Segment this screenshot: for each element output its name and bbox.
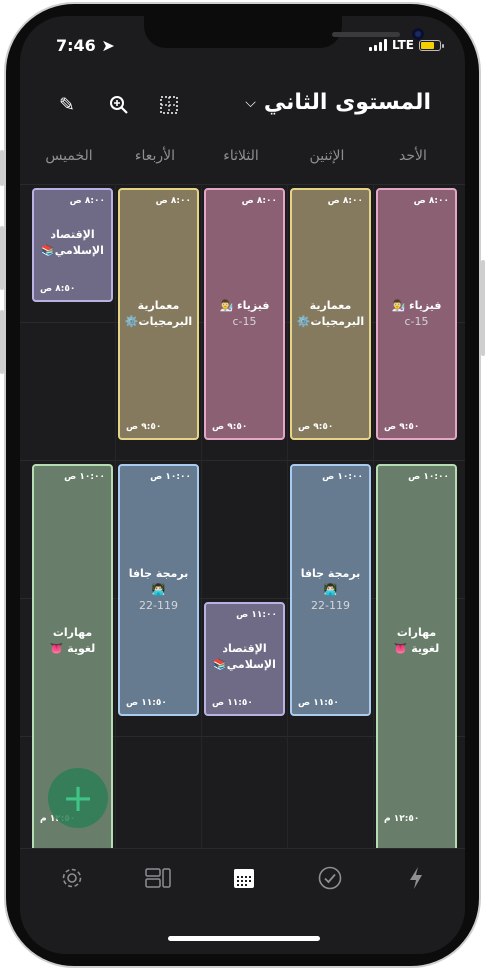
status-time: 7:46 ➤	[56, 36, 115, 55]
class-name: فيزياء 👨‍🔬 c-15	[210, 298, 279, 330]
start-time: ١١:٠٠ ص	[236, 610, 277, 620]
end-time: ١١:٥٠ ص	[298, 698, 339, 708]
hour-line	[20, 460, 465, 461]
start-time: ٨:٠٠ ص	[327, 196, 363, 206]
end-time: ٩:٥٠ ص	[212, 422, 248, 432]
settings-icon[interactable]	[57, 863, 87, 893]
chevron-down-icon: ⌵	[245, 94, 256, 111]
end-time: ٩:٥٠ ص	[298, 422, 334, 432]
header: ✎ المستوى الثاني ⌵	[20, 90, 465, 130]
class-block[interactable]: ١٠:٠٠ ص برمجة جافا👨🏻‍💻 22-119 ١١:٥٠ ص	[290, 464, 371, 716]
speaker	[332, 32, 400, 37]
end-time: ١١:٥٠ ص	[126, 698, 167, 708]
room-label: 22-119	[139, 599, 178, 612]
class-block[interactable]: ٨:٠٠ ص معمارية البرمجيات⚙️ ٩:٥٠ ص	[118, 188, 199, 440]
status-right: LTE	[368, 38, 444, 52]
screen: 7:46 ➤ LTE ✎ المستوى الثاني ⌵ الأحد الإث…	[20, 16, 465, 954]
class-name: معمارية البرمجيات⚙️	[124, 299, 193, 328]
plus-icon: +	[62, 776, 94, 820]
class-name: الإقتصاد الإسلامي📚	[41, 227, 104, 257]
battery-icon	[419, 39, 444, 51]
room-label: 22-119	[311, 599, 350, 612]
day-sunday: الأحد	[399, 148, 427, 164]
pencil-icon[interactable]: ✎	[52, 90, 82, 120]
start-time: ٨:٠٠ ص	[241, 196, 277, 206]
signal-icon	[368, 39, 387, 51]
day-tuesday: الثلاثاء	[223, 148, 259, 164]
day-headers: الأحد الإثنين الثلاثاء الأربعاء الخميس	[20, 148, 465, 172]
day-monday: الإثنين	[309, 148, 345, 164]
start-time: ١٠:٠٠ ص	[64, 472, 105, 482]
class-name: برمجة جافا👨🏻‍💻 22-119	[124, 566, 193, 614]
column-line	[373, 184, 374, 848]
class-block[interactable]: ١٠:٠٠ ص مهارات لغوية 👅 ١٢:٥٠ م	[376, 464, 457, 848]
column-line	[287, 184, 288, 848]
day-wednesday: الأربعاء	[134, 148, 176, 164]
volume-up-button	[0, 226, 4, 290]
class-name: مهارات لغوية 👅	[393, 625, 440, 655]
network-label: LTE	[391, 38, 414, 52]
check-icon[interactable]	[315, 863, 345, 893]
start-time: ١٠:٠٠ ص	[150, 472, 191, 482]
column-line	[201, 184, 202, 848]
class-block[interactable]: ٨:٠٠ ص فيزياء 👨‍🔬 c-15 ٩:٥٠ ص	[376, 188, 457, 440]
end-time: ٨:٥٠ ص	[40, 284, 76, 294]
class-name: معمارية البرمجيات⚙️	[296, 299, 365, 328]
semester-selector[interactable]: المستوى الثاني ⌵	[245, 90, 431, 115]
notch	[144, 16, 424, 48]
start-time: ٨:٠٠ ص	[413, 196, 449, 206]
page-title: المستوى الثاني	[263, 90, 431, 115]
class-name: برمجة جافا👨🏻‍💻 22-119	[296, 566, 365, 614]
end-time: ١٢:٥٠ م	[384, 814, 420, 824]
zoom-icon[interactable]	[104, 90, 134, 120]
class-block[interactable]: ٨:٠٠ ص معمارية البرمجيات⚙️ ٩:٥٠ ص	[290, 188, 371, 440]
class-block[interactable]: ٨:٠٠ ص الإقتصاد الإسلامي📚 ٨:٥٠ ص	[32, 188, 113, 302]
room-label: c-15	[232, 315, 257, 328]
class-name: الإقتصاد الإسلامي📚	[213, 641, 276, 671]
class-name: مهارات لغوية 👅	[49, 625, 96, 655]
volume-down-button	[0, 310, 4, 374]
location-arrow-icon: ➤	[101, 36, 115, 55]
start-time: ٨:٠٠ ص	[69, 196, 105, 206]
silent-switch	[0, 150, 4, 186]
day-thursday: الخميس	[45, 148, 93, 164]
room-label: c-15	[404, 315, 429, 328]
end-time: ٩:٥٠ ص	[126, 422, 162, 432]
end-time: ١١:٥٠ ص	[212, 698, 253, 708]
start-time: ١٠:٠٠ ص	[322, 472, 363, 482]
schedule-grid: ٨:٠٠ ص فيزياء 👨‍🔬 c-15 ٩:٥٠ ص ٨:٠٠ ص معما…	[20, 184, 465, 848]
add-class-button[interactable]: +	[48, 768, 108, 828]
power-button	[481, 260, 485, 356]
hour-line	[20, 184, 465, 185]
class-name: فيزياء 👨‍🔬 c-15	[382, 298, 451, 330]
end-time: ٩:٥٠ ص	[384, 422, 420, 432]
column-line	[115, 184, 116, 848]
class-block[interactable]: ١١:٠٠ ص الإقتصاد الإسلامي📚 ١١:٥٠ ص	[204, 602, 285, 716]
bolt-icon[interactable]	[401, 863, 431, 893]
class-block[interactable]: ٨:٠٠ ص فيزياء 👨‍🔬 c-15 ٩:٥٠ ص	[204, 188, 285, 440]
home-indicator[interactable]	[168, 936, 320, 941]
grid-select-icon[interactable]	[154, 90, 184, 120]
class-block[interactable]: ١٠:٠٠ ص برمجة جافا👨🏻‍💻 22-119 ١١:٥٠ ص	[118, 464, 199, 716]
start-time: ١٠:٠٠ ص	[408, 472, 449, 482]
widgets-icon[interactable]	[143, 863, 173, 893]
calendar-icon[interactable]	[229, 863, 259, 893]
start-time: ٨:٠٠ ص	[155, 196, 191, 206]
